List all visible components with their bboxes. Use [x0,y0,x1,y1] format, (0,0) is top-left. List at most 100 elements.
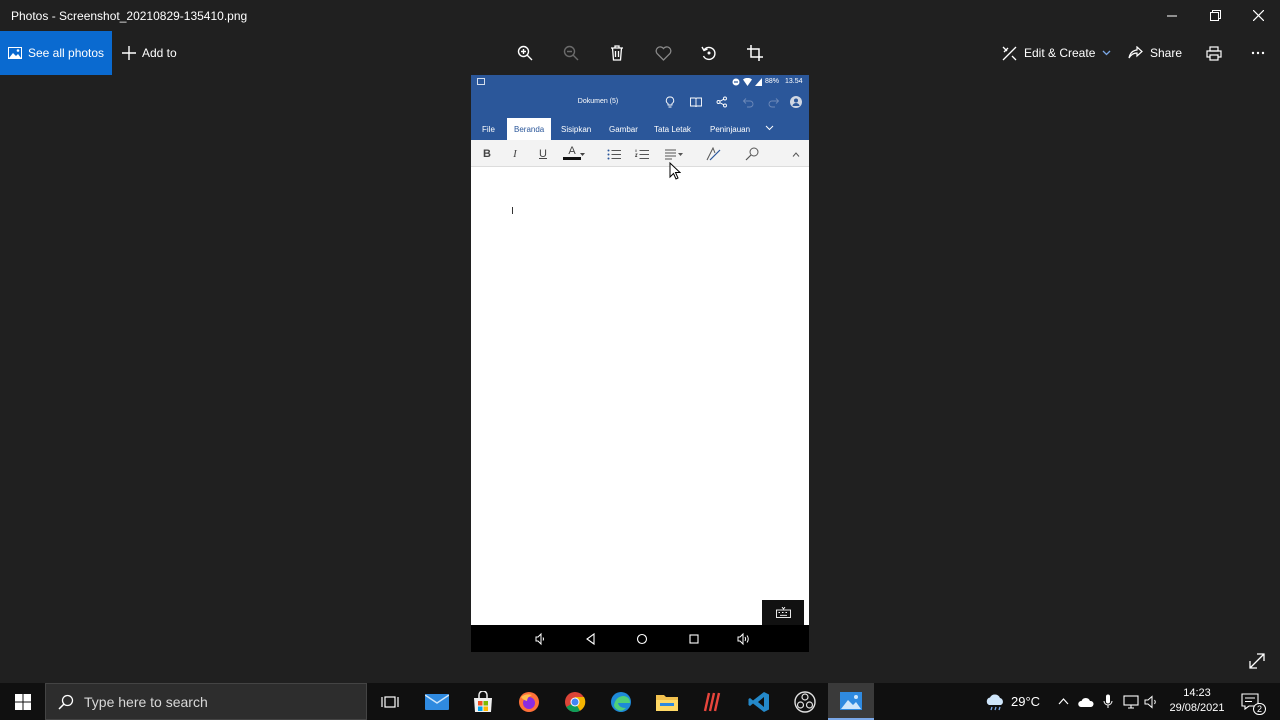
network-button[interactable] [1122,683,1140,720]
mail-app-button[interactable] [414,683,460,720]
full-screen-icon[interactable] [1246,650,1268,672]
home-icon[interactable] [633,630,651,648]
crop-button[interactable] [740,39,770,67]
onedrive-button[interactable] [1077,683,1095,720]
photos-icon [840,691,862,710]
battery-level: 88% [765,78,780,85]
edit-create-button[interactable]: Edit & Create [1002,31,1111,75]
collapse-ribbon-icon[interactable] [792,152,800,157]
ribbon-tabs: File Beranda Sisipkan Gambar Tata Letak … [471,115,809,140]
zoom-out-button[interactable] [556,39,586,67]
android-nav-bar [471,625,809,652]
task-view-button[interactable] [367,683,413,720]
chevron-down-icon[interactable] [765,125,774,131]
window-title: Photos - Screenshot_20210829-135410.png [11,9,248,23]
clock-time: 14:23 [1183,687,1211,699]
add-to-button[interactable]: Add to [122,31,177,75]
minimize-icon [1167,15,1177,16]
edge-icon [611,691,631,712]
pinned-app-button[interactable] [690,683,736,720]
document-canvas[interactable] [471,167,809,625]
edge-app-button[interactable] [598,683,644,720]
volume-down-icon[interactable] [532,630,550,648]
tab-file[interactable]: File [475,118,502,140]
photos-toolbar: See all photos Add to Edit & Create Shar… [0,31,1280,75]
close-button[interactable] [1236,0,1280,31]
volume-up-icon[interactable] [735,630,753,648]
taskbar-search-box[interactable]: Type here to search [45,683,367,720]
start-button[interactable] [0,683,45,720]
tab-beranda[interactable]: Beranda [507,118,552,140]
zoom-in-button[interactable] [510,39,540,67]
tab-peninjauan[interactable]: Peninjauan [703,118,757,140]
read-mode-icon[interactable] [689,95,703,109]
tab-sisipkan[interactable]: Sisipkan [554,118,598,140]
vscode-app-button[interactable] [736,683,782,720]
rotate-button[interactable] [694,39,724,67]
clock[interactable]: 14:23 29/08/2021 [1164,686,1230,716]
more-options-button[interactable] [1248,31,1268,75]
dropdown-arrow-icon [580,153,585,156]
weather-cloud-icon [986,694,1003,710]
underline-button[interactable]: U [534,145,552,163]
account-icon[interactable] [789,95,803,109]
vscode-icon [748,691,769,712]
lightbulb-icon[interactable] [663,95,677,109]
see-all-photos-button[interactable]: See all photos [0,31,112,75]
firefox-app-button[interactable] [506,683,552,720]
tab-gambar[interactable]: Gambar [602,118,645,140]
share-button[interactable]: Share [1128,31,1182,75]
format-toolbar: B I U A [471,140,809,167]
find-icon[interactable] [745,147,759,161]
minimize-button[interactable] [1150,0,1194,31]
rotate-icon [701,46,716,61]
restore-button[interactable] [1193,0,1237,31]
store-app-button[interactable] [460,683,506,720]
volume-button[interactable] [1143,683,1161,720]
zoom-out-icon [563,45,579,61]
print-button[interactable] [1204,31,1224,75]
bullet-list-icon[interactable] [607,149,621,160]
share-icon[interactable] [715,95,729,109]
gallery-notification-icon [477,78,485,85]
back-icon[interactable] [582,630,600,648]
photos-icon [8,47,22,59]
photos-app-button[interactable] [828,683,874,720]
styles-icon[interactable] [706,147,721,161]
font-color-button[interactable]: A [563,145,581,160]
keyboard-toggle-button[interactable] [762,600,804,625]
cloud-icon [1078,697,1094,707]
windows-logo-icon [14,693,31,710]
word-title-bar: Dokumen (5) [471,89,809,115]
weather-temperature: 29°C [1011,694,1041,709]
bold-button[interactable]: B [478,145,496,163]
recents-icon[interactable] [685,630,703,648]
title-bar: Photos - Screenshot_20210829-135410.png [0,0,1280,31]
favorite-button[interactable] [648,39,678,67]
search-placeholder: Type here to search [84,693,208,710]
chrome-app-button[interactable] [552,683,598,720]
redo-icon[interactable] [767,95,781,109]
italic-button[interactable]: I [506,145,524,163]
file-explorer-app-button[interactable] [644,683,690,720]
share-icon [1128,46,1143,59]
microphone-button[interactable] [1100,683,1116,720]
undo-icon[interactable] [741,95,755,109]
notifications-button[interactable]: 2 [1236,683,1267,720]
microphone-icon [1103,694,1113,708]
favorite-icon [655,45,671,61]
delete-button[interactable] [602,39,632,67]
crop-icon [747,45,763,61]
obs-app-button[interactable] [782,683,828,720]
numbered-list-icon[interactable] [635,149,649,160]
phone-status-bar: 88% 13.54 [471,75,809,89]
mouse-pointer-icon [669,162,681,180]
weather-widget[interactable]: 29°C [984,683,1040,720]
keyboard-icon [775,607,791,618]
paragraph-format-icon[interactable] [665,149,683,160]
add-to-label: Add to [142,46,177,60]
print-icon [1206,45,1222,61]
show-hidden-icons-button[interactable] [1056,683,1070,720]
taskbar: Type here to search 29°C 14:23 29/08/202… [0,683,1280,720]
tab-tata-letak[interactable]: Tata Letak [647,118,698,140]
